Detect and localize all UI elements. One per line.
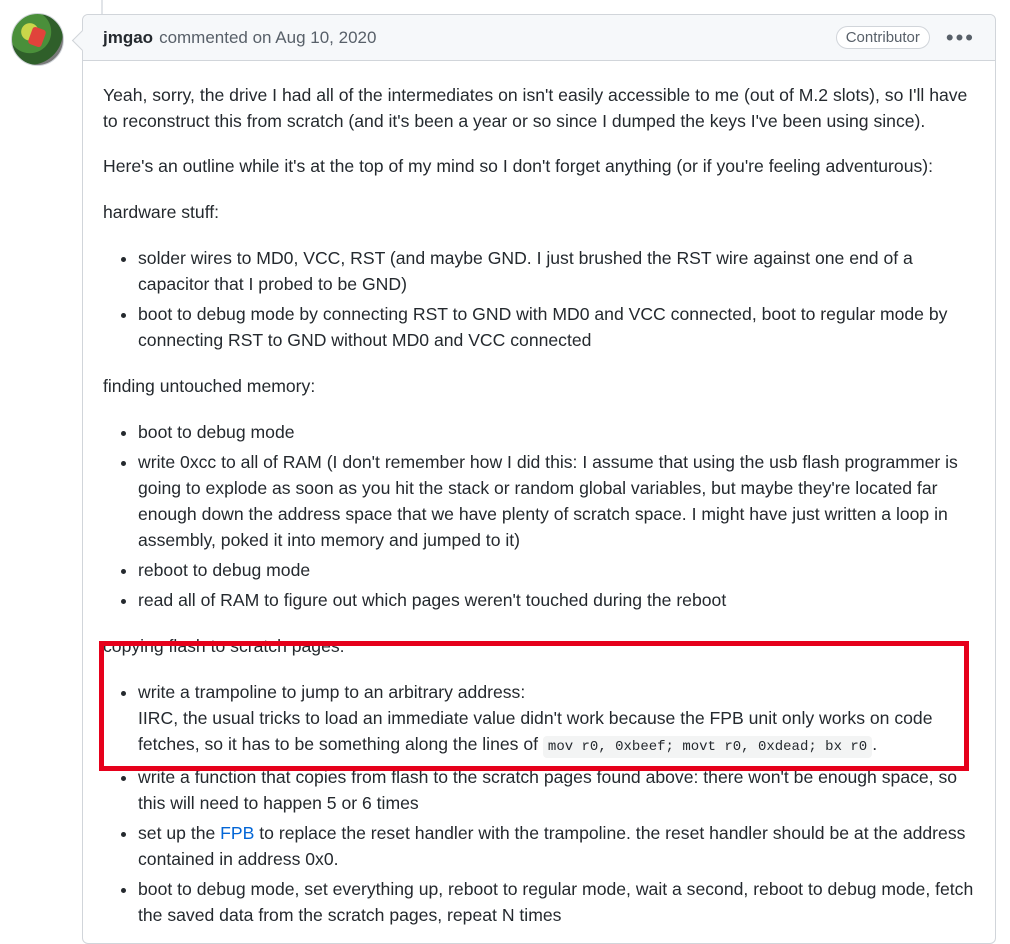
- heading-hardware: hardware stuff:: [103, 202, 220, 222]
- kebab-horizontal-icon[interactable]: •••: [946, 26, 975, 49]
- paragraph-intro: Yeah, sorry, the drive I had all of the …: [103, 85, 968, 131]
- list-item: reboot to debug mode: [138, 557, 983, 583]
- hardware-list: solder wires to MD0, VCC, RST (and maybe…: [103, 245, 983, 353]
- comment-header: jmgao commented on Aug 10, 2020 Contribu…: [83, 15, 995, 61]
- list-item: boot to debug mode: [138, 419, 983, 445]
- author-avatar[interactable]: [11, 13, 64, 66]
- list-item: write 0xcc to all of RAM (I don't rememb…: [138, 449, 983, 553]
- fpb-link[interactable]: FPB: [220, 823, 254, 843]
- fpb-pre: set up the: [138, 823, 216, 843]
- list-item: read all of RAM to figure out which page…: [138, 587, 983, 613]
- list-item: write a function that copies from flash …: [138, 764, 983, 816]
- comment-timestamp[interactable]: commented on Aug 10, 2020: [159, 28, 376, 48]
- list-item: write a trampoline to jump to an arbitra…: [138, 679, 983, 760]
- contributor-badge: Contributor: [835, 26, 930, 49]
- list-item: boot to debug mode by connecting RST to …: [138, 301, 983, 353]
- fpb-post: to replace the reset handler with the tr…: [138, 823, 966, 869]
- list-item: boot to debug mode, set everything up, r…: [138, 876, 983, 928]
- paragraph-outline: Here's an outline while it's at the top …: [103, 156, 934, 176]
- list-item: solder wires to MD0, VCC, RST (and maybe…: [138, 245, 983, 297]
- heading-copying: copying flash to scratch pages:: [103, 636, 345, 656]
- list-item: set up the FPB to replace the reset hand…: [138, 820, 983, 872]
- header-actions: Contributor •••: [835, 26, 975, 49]
- inline-code: mov r0, 0xbeef; movt r0, 0xdead; bx r0: [542, 736, 873, 758]
- memory-list: boot to debug mode write 0xcc to all of …: [103, 419, 983, 613]
- heading-memory: finding untouched memory:: [103, 376, 316, 396]
- trampoline-title: write a trampoline to jump to an arbitra…: [138, 682, 526, 702]
- period: .: [872, 734, 878, 754]
- copying-list: write a trampoline to jump to an arbitra…: [103, 679, 983, 928]
- author-link[interactable]: jmgao: [103, 28, 153, 48]
- comment-body: Yeah, sorry, the drive I had all of the …: [103, 82, 983, 932]
